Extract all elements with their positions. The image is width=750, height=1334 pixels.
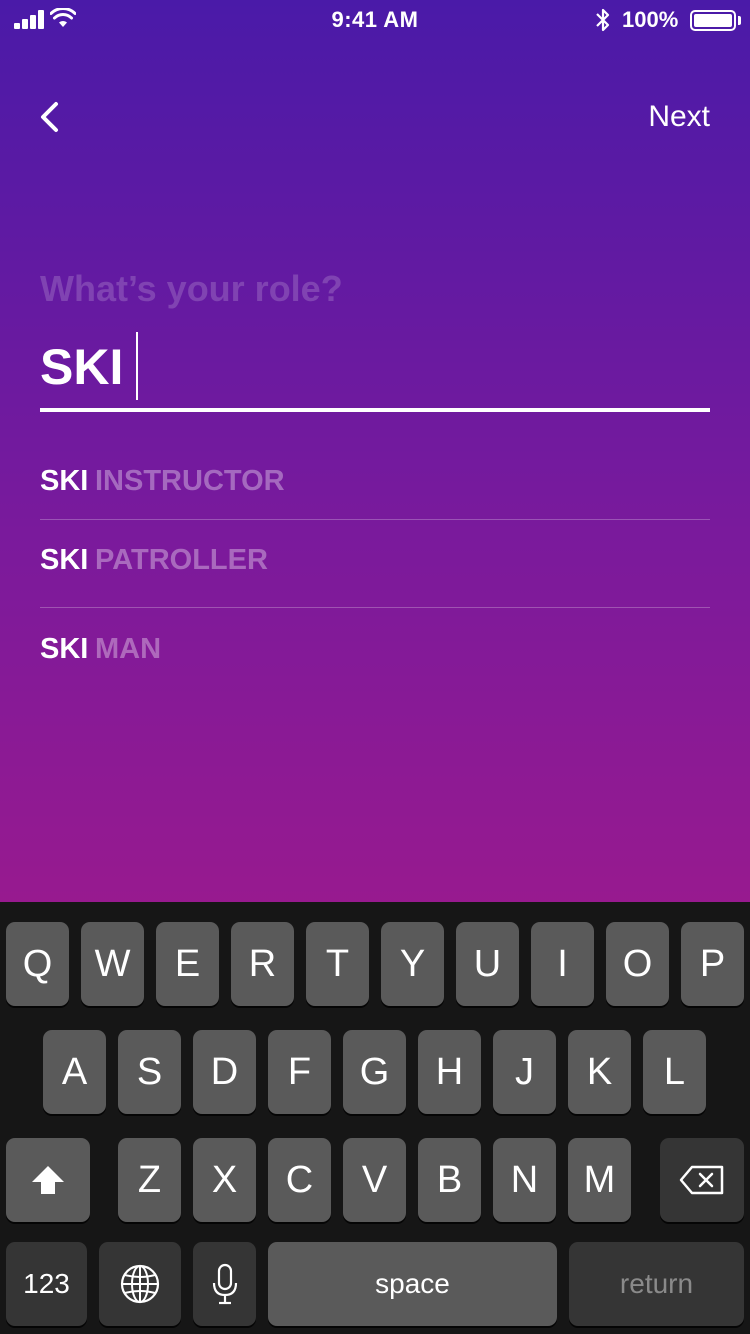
key-t[interactable]: T bbox=[306, 922, 369, 1006]
key-x[interactable]: X bbox=[193, 1138, 256, 1222]
suggestion-completion: INSTRUCTOR bbox=[95, 465, 285, 497]
role-selection-screen: 9:41 AM 100% Next What’s your role? SKI … bbox=[0, 0, 750, 902]
shift-key[interactable] bbox=[6, 1138, 90, 1222]
key-h[interactable]: H bbox=[418, 1030, 481, 1114]
key-v[interactable]: V bbox=[343, 1138, 406, 1222]
key-f[interactable]: F bbox=[268, 1030, 331, 1114]
key-z[interactable]: Z bbox=[118, 1138, 181, 1222]
text-caret bbox=[136, 332, 138, 400]
key-q[interactable]: Q bbox=[6, 922, 69, 1006]
chevron-left-icon bbox=[41, 102, 58, 132]
role-input-value: SKI bbox=[40, 339, 124, 395]
status-bar: 9:41 AM 100% bbox=[0, 0, 750, 40]
key-n[interactable]: N bbox=[493, 1138, 556, 1222]
suggestion-ski-man[interactable]: SKI MAN bbox=[40, 608, 710, 688]
key-i[interactable]: I bbox=[531, 922, 594, 1006]
globe-key[interactable] bbox=[99, 1242, 181, 1326]
delete-key[interactable] bbox=[660, 1138, 744, 1222]
key-a[interactable]: A bbox=[43, 1030, 106, 1114]
suggestion-completion: PATROLLER bbox=[95, 544, 268, 576]
key-r[interactable]: R bbox=[231, 922, 294, 1006]
key-y[interactable]: Y bbox=[381, 922, 444, 1006]
keyboard: Q W E R T Y U I O P A S D F G H J K L Z … bbox=[0, 902, 750, 1334]
key-u[interactable]: U bbox=[456, 922, 519, 1006]
key-e[interactable]: E bbox=[156, 922, 219, 1006]
space-key[interactable]: space bbox=[268, 1242, 557, 1326]
key-w[interactable]: W bbox=[81, 922, 144, 1006]
suggestion-ski-instructor[interactable]: SKI INSTRUCTOR bbox=[40, 440, 710, 520]
key-c[interactable]: C bbox=[268, 1138, 331, 1222]
return-key[interactable]: return bbox=[569, 1242, 744, 1326]
battery-tip bbox=[738, 16, 741, 25]
key-o[interactable]: O bbox=[606, 922, 669, 1006]
key-g[interactable]: G bbox=[343, 1030, 406, 1114]
key-l[interactable]: L bbox=[643, 1030, 706, 1114]
microphone-icon bbox=[212, 1263, 237, 1305]
key-d[interactable]: D bbox=[193, 1030, 256, 1114]
suggestion-match: SKI bbox=[40, 544, 89, 576]
suggestion-match: SKI bbox=[40, 633, 89, 665]
shift-icon bbox=[32, 1166, 64, 1194]
globe-icon bbox=[120, 1264, 160, 1304]
key-s[interactable]: S bbox=[118, 1030, 181, 1114]
key-b[interactable]: B bbox=[418, 1138, 481, 1222]
key-m[interactable]: M bbox=[568, 1138, 631, 1222]
numbers-key[interactable]: 123 bbox=[6, 1242, 87, 1326]
suggestion-list: SKI INSTRUCTOR SKI PATROLLER SKI MAN bbox=[40, 440, 710, 688]
bluetooth-icon bbox=[596, 8, 610, 32]
key-k[interactable]: K bbox=[568, 1030, 631, 1114]
key-p[interactable]: P bbox=[681, 922, 744, 1006]
role-prompt: What’s your role? bbox=[40, 268, 343, 309]
suggestion-match: SKI bbox=[40, 465, 89, 497]
backspace-icon bbox=[679, 1165, 724, 1195]
battery-percent: 100% bbox=[622, 7, 679, 32]
battery-icon bbox=[690, 10, 736, 31]
back-button[interactable] bbox=[30, 96, 70, 140]
suggestion-completion: MAN bbox=[95, 633, 162, 665]
role-input[interactable]: SKI bbox=[40, 330, 710, 412]
suggestion-ski-patroller[interactable]: SKI PATROLLER bbox=[40, 520, 710, 608]
key-j[interactable]: J bbox=[493, 1030, 556, 1114]
next-button[interactable]: Next bbox=[648, 100, 710, 134]
microphone-key[interactable] bbox=[193, 1242, 256, 1326]
